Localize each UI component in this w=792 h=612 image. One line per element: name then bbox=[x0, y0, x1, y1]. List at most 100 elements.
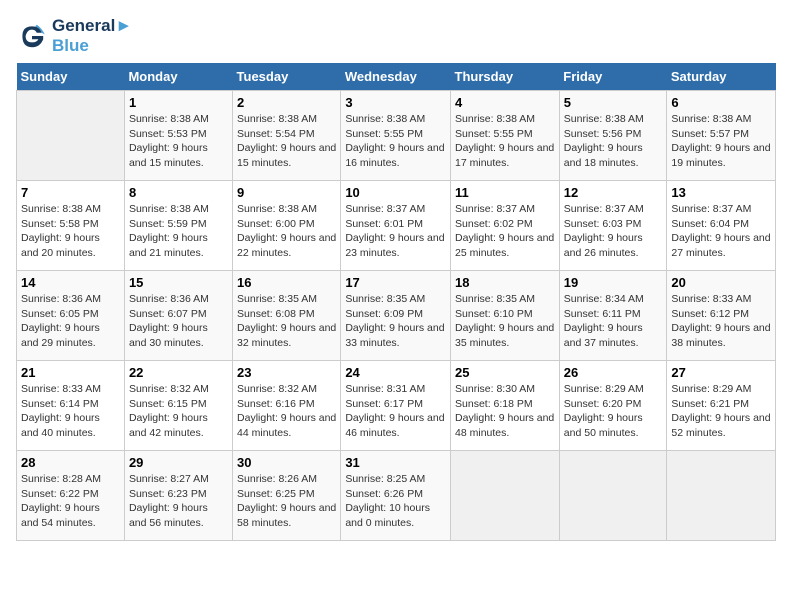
calendar-week-row: 1 Sunrise: 8:38 AMSunset: 5:53 PMDaylight… bbox=[17, 91, 776, 181]
cell-info: Sunrise: 8:27 AMSunset: 6:23 PMDaylight:… bbox=[129, 472, 228, 531]
day-number: 13 bbox=[671, 185, 771, 200]
day-number: 7 bbox=[21, 185, 120, 200]
calendar-cell bbox=[559, 451, 667, 541]
day-number: 4 bbox=[455, 95, 555, 110]
cell-info: Sunrise: 8:32 AMSunset: 6:15 PMDaylight:… bbox=[129, 382, 228, 441]
calendar-cell: 14 Sunrise: 8:36 AMSunset: 6:05 PMDayligh… bbox=[17, 271, 125, 361]
day-number: 17 bbox=[345, 275, 446, 290]
calendar-cell bbox=[17, 91, 125, 181]
calendar-week-row: 7 Sunrise: 8:38 AMSunset: 5:58 PMDaylight… bbox=[17, 181, 776, 271]
cell-info: Sunrise: 8:38 AMSunset: 6:00 PMDaylight:… bbox=[237, 202, 336, 261]
calendar-week-row: 28Sunrise: 8:28 AMSunset: 6:22 PMDayligh… bbox=[17, 451, 776, 541]
day-number: 3 bbox=[345, 95, 446, 110]
calendar-cell: 12 Sunrise: 8:37 AMSunset: 6:03 PMDayligh… bbox=[559, 181, 667, 271]
day-number: 15 bbox=[129, 275, 228, 290]
day-number: 31 bbox=[345, 455, 446, 470]
cell-info: Sunrise: 8:33 AMSunset: 6:14 PMDaylight:… bbox=[21, 382, 120, 441]
cell-info: Sunrise: 8:26 AMSunset: 6:25 PMDaylight:… bbox=[237, 472, 336, 531]
calendar-cell: 2 Sunrise: 8:38 AMSunset: 5:54 PMDaylight… bbox=[233, 91, 341, 181]
cell-info: Sunrise: 8:36 AMSunset: 6:07 PMDaylight:… bbox=[129, 292, 228, 351]
calendar-cell: 3 Sunrise: 8:38 AMSunset: 5:55 PMDaylight… bbox=[341, 91, 451, 181]
calendar-cell: 10Sunrise: 8:37 AMSunset: 6:01 PMDayligh… bbox=[341, 181, 451, 271]
day-number: 27 bbox=[671, 365, 771, 380]
day-number: 21 bbox=[21, 365, 120, 380]
cell-info: Sunrise: 8:32 AMSunset: 6:16 PMDaylight:… bbox=[237, 382, 336, 441]
calendar-week-row: 14 Sunrise: 8:36 AMSunset: 6:05 PMDayligh… bbox=[17, 271, 776, 361]
cell-info: Sunrise: 8:29 AMSunset: 6:21 PMDaylight:… bbox=[671, 382, 771, 441]
cell-info: Sunrise: 8:37 AMSunset: 6:02 PMDaylight:… bbox=[455, 202, 555, 261]
cell-info: Sunrise: 8:25 AMSunset: 6:26 PMDaylight:… bbox=[345, 472, 446, 531]
calendar-cell: 19Sunrise: 8:34 AMSunset: 6:11 PMDayligh… bbox=[559, 271, 667, 361]
calendar-table: SundayMondayTuesdayWednesdayThursdayFrid… bbox=[16, 63, 776, 541]
cell-info: Sunrise: 8:35 AMSunset: 6:08 PMDaylight:… bbox=[237, 292, 336, 351]
cell-info: Sunrise: 8:38 AMSunset: 5:53 PMDaylight:… bbox=[129, 112, 228, 171]
calendar-cell: 20 Sunrise: 8:33 AMSunset: 6:12 PMDayligh… bbox=[667, 271, 776, 361]
cell-info: Sunrise: 8:38 AMSunset: 5:56 PMDaylight:… bbox=[564, 112, 663, 171]
logo-text: General► Blue bbox=[52, 16, 132, 55]
calendar-cell: 11Sunrise: 8:37 AMSunset: 6:02 PMDayligh… bbox=[451, 181, 560, 271]
calendar-cell: 5 Sunrise: 8:38 AMSunset: 5:56 PMDaylight… bbox=[559, 91, 667, 181]
header-row: SundayMondayTuesdayWednesdayThursdayFrid… bbox=[17, 63, 776, 91]
cell-info: Sunrise: 8:36 AMSunset: 6:05 PMDaylight:… bbox=[21, 292, 120, 351]
day-number: 26 bbox=[564, 365, 663, 380]
cell-info: Sunrise: 8:28 AMSunset: 6:22 PMDaylight:… bbox=[21, 472, 120, 531]
day-header: Monday bbox=[124, 63, 232, 91]
calendar-cell: 31 Sunrise: 8:25 AMSunset: 6:26 PMDayligh… bbox=[341, 451, 451, 541]
calendar-cell: 21 Sunrise: 8:33 AMSunset: 6:14 PMDayligh… bbox=[17, 361, 125, 451]
calendar-cell: 17 Sunrise: 8:35 AMSunset: 6:09 PMDayligh… bbox=[341, 271, 451, 361]
day-header: Thursday bbox=[451, 63, 560, 91]
day-number: 22 bbox=[129, 365, 228, 380]
cell-info: Sunrise: 8:38 AMSunset: 5:55 PMDaylight:… bbox=[345, 112, 446, 171]
calendar-cell bbox=[451, 451, 560, 541]
cell-info: Sunrise: 8:35 AMSunset: 6:09 PMDaylight:… bbox=[345, 292, 446, 351]
cell-info: Sunrise: 8:34 AMSunset: 6:11 PMDaylight:… bbox=[564, 292, 663, 351]
day-number: 10 bbox=[345, 185, 446, 200]
day-header: Wednesday bbox=[341, 63, 451, 91]
cell-info: Sunrise: 8:38 AMSunset: 5:59 PMDaylight:… bbox=[129, 202, 228, 261]
cell-info: Sunrise: 8:37 AMSunset: 6:04 PMDaylight:… bbox=[671, 202, 771, 261]
calendar-cell: 28Sunrise: 8:28 AMSunset: 6:22 PMDayligh… bbox=[17, 451, 125, 541]
calendar-cell: 16Sunrise: 8:35 AMSunset: 6:08 PMDayligh… bbox=[233, 271, 341, 361]
day-number: 12 bbox=[564, 185, 663, 200]
day-number: 2 bbox=[237, 95, 336, 110]
day-number: 14 bbox=[21, 275, 120, 290]
calendar-cell: 8 Sunrise: 8:38 AMSunset: 5:59 PMDaylight… bbox=[124, 181, 232, 271]
calendar-cell: 18 Sunrise: 8:35 AMSunset: 6:10 PMDayligh… bbox=[451, 271, 560, 361]
day-number: 30 bbox=[237, 455, 336, 470]
cell-info: Sunrise: 8:35 AMSunset: 6:10 PMDaylight:… bbox=[455, 292, 555, 351]
cell-info: Sunrise: 8:31 AMSunset: 6:17 PMDaylight:… bbox=[345, 382, 446, 441]
calendar-cell: 24 Sunrise: 8:31 AMSunset: 6:17 PMDayligh… bbox=[341, 361, 451, 451]
day-number: 23 bbox=[237, 365, 336, 380]
page-header: General► Blue bbox=[16, 16, 776, 55]
day-header: Friday bbox=[559, 63, 667, 91]
calendar-cell: 1 Sunrise: 8:38 AMSunset: 5:53 PMDaylight… bbox=[124, 91, 232, 181]
cell-info: Sunrise: 8:37 AMSunset: 6:03 PMDaylight:… bbox=[564, 202, 663, 261]
day-number: 18 bbox=[455, 275, 555, 290]
calendar-cell: 6Sunrise: 8:38 AMSunset: 5:57 PMDaylight… bbox=[667, 91, 776, 181]
calendar-cell: 4 Sunrise: 8:38 AMSunset: 5:55 PMDaylight… bbox=[451, 91, 560, 181]
cell-info: Sunrise: 8:38 AMSunset: 5:54 PMDaylight:… bbox=[237, 112, 336, 171]
logo-icon bbox=[16, 20, 48, 52]
day-number: 29 bbox=[129, 455, 228, 470]
calendar-cell: 7 Sunrise: 8:38 AMSunset: 5:58 PMDaylight… bbox=[17, 181, 125, 271]
day-number: 20 bbox=[671, 275, 771, 290]
day-number: 24 bbox=[345, 365, 446, 380]
cell-info: Sunrise: 8:29 AMSunset: 6:20 PMDaylight:… bbox=[564, 382, 663, 441]
day-number: 8 bbox=[129, 185, 228, 200]
cell-info: Sunrise: 8:38 AMSunset: 5:58 PMDaylight:… bbox=[21, 202, 120, 261]
logo: General► Blue bbox=[16, 16, 132, 55]
day-number: 1 bbox=[129, 95, 228, 110]
calendar-cell bbox=[667, 451, 776, 541]
day-number: 5 bbox=[564, 95, 663, 110]
calendar-cell: 9Sunrise: 8:38 AMSunset: 6:00 PMDaylight… bbox=[233, 181, 341, 271]
calendar-cell: 22 Sunrise: 8:32 AMSunset: 6:15 PMDayligh… bbox=[124, 361, 232, 451]
day-header: Saturday bbox=[667, 63, 776, 91]
calendar-week-row: 21 Sunrise: 8:33 AMSunset: 6:14 PMDayligh… bbox=[17, 361, 776, 451]
calendar-cell: 29 Sunrise: 8:27 AMSunset: 6:23 PMDayligh… bbox=[124, 451, 232, 541]
day-number: 25 bbox=[455, 365, 555, 380]
calendar-cell: 27 Sunrise: 8:29 AMSunset: 6:21 PMDayligh… bbox=[667, 361, 776, 451]
cell-info: Sunrise: 8:33 AMSunset: 6:12 PMDaylight:… bbox=[671, 292, 771, 351]
cell-info: Sunrise: 8:38 AMSunset: 5:57 PMDaylight:… bbox=[671, 112, 771, 171]
calendar-cell: 23 Sunrise: 8:32 AMSunset: 6:16 PMDayligh… bbox=[233, 361, 341, 451]
cell-info: Sunrise: 8:38 AMSunset: 5:55 PMDaylight:… bbox=[455, 112, 555, 171]
